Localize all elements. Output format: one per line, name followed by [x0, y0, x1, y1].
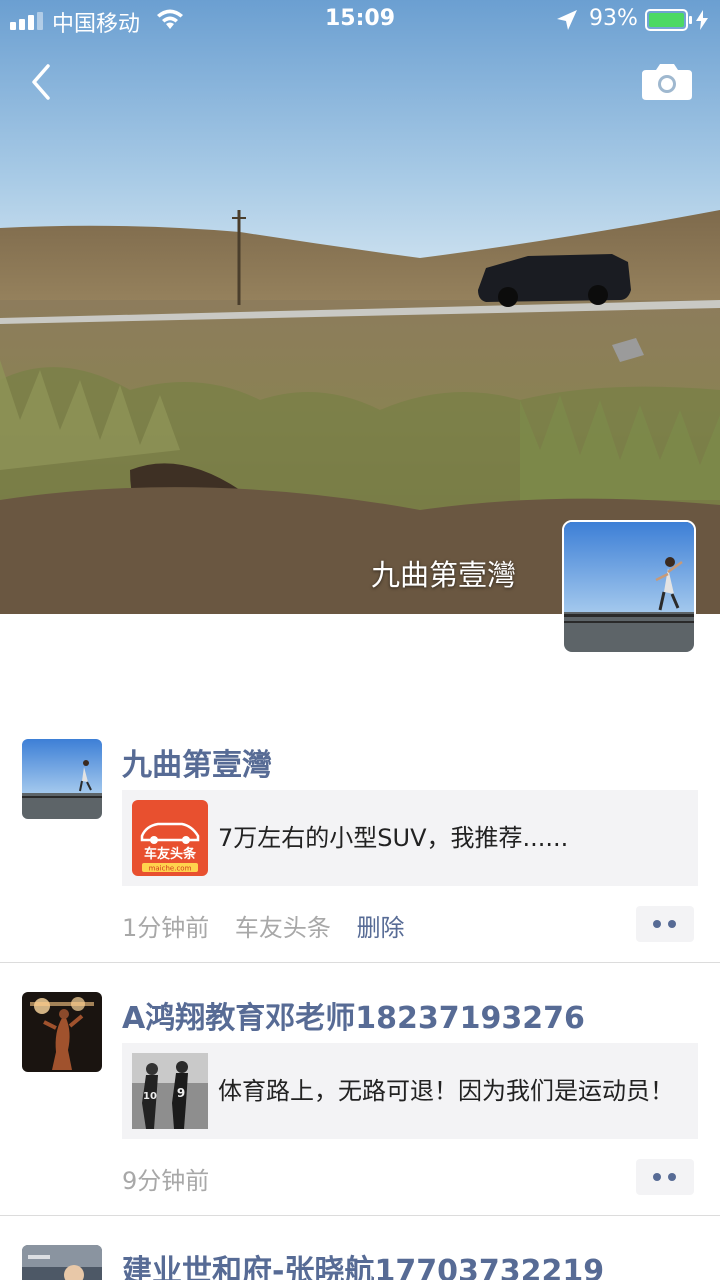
battery-icon [645, 9, 692, 31]
shared-link-card[interactable]: 车友头条 maiche.com 7万左右的小型SUV，我推荐...... [122, 790, 698, 886]
status-bar: 中国移动 15:09 93% [0, 0, 720, 40]
shared-link-card[interactable]: 9 10 体育路上，无路可退！因为我们是运动员！ [122, 1043, 698, 1139]
camera-icon [642, 64, 692, 100]
dot-icon [668, 920, 676, 928]
more-actions-button[interactable] [636, 906, 694, 942]
avatar-image [22, 1245, 102, 1280]
moments-feed: 九曲第壹灣 车友头条 maiche.com 7万左右的小型SUV，我推荐....… [0, 710, 720, 1280]
post-avatar[interactable] [22, 1245, 102, 1280]
delete-link[interactable]: 删除 [357, 914, 405, 942]
svg-text:10: 10 [143, 1091, 157, 1102]
app-logo-label: 车友头条 [144, 846, 197, 862]
location-arrow-icon [557, 10, 577, 30]
post-item: 九曲第壹灣 车友头条 maiche.com 7万左右的小型SUV，我推荐....… [0, 710, 720, 963]
post-avatar[interactable] [22, 992, 102, 1072]
svg-text:9: 9 [177, 1086, 185, 1100]
app-logo-icon: 车友头条 maiche.com [132, 800, 208, 876]
shared-link-title: 体育路上，无路可退！因为我们是运动员！ [218, 1077, 674, 1105]
chevron-left-icon [32, 64, 50, 100]
dot-icon [653, 920, 661, 928]
back-button[interactable] [24, 58, 60, 106]
dot-icon [668, 1173, 676, 1181]
more-actions-button[interactable] [636, 1159, 694, 1195]
battery-percentage: 93% [589, 6, 638, 31]
profile-avatar[interactable] [562, 520, 696, 654]
charging-bolt-icon [696, 10, 708, 30]
camera-button[interactable] [640, 62, 694, 102]
post-time: 1分钟前 [122, 914, 210, 942]
post-item: A鸿翔教育邓老师18237193276 9 10 体育路上，无路可退！因为我们是… [0, 963, 720, 1216]
post-author-name[interactable]: 九曲第壹灣 [122, 740, 272, 784]
shared-link-thumbnail: 9 10 [132, 1053, 208, 1129]
avatar-image [22, 992, 102, 1072]
profile-name: 九曲第壹灣 [370, 558, 516, 592]
post-source: 车友头条 [234, 914, 331, 942]
post-author-name[interactable]: A鸿翔教育邓老师18237193276 [122, 993, 585, 1037]
shared-link-title: 7万左右的小型SUV，我推荐...... [218, 824, 569, 852]
post-meta: 9分钟前 [122, 1161, 227, 1196]
dot-icon [653, 1173, 661, 1181]
post-author-name[interactable]: 建业世和府-张晓航17703732219 [122, 1246, 604, 1280]
avatar-image [564, 522, 694, 652]
post-item: 建业世和府-张晓航17703732219 [0, 1216, 720, 1280]
app-logo-sublabel: maiche.com [149, 865, 192, 873]
shared-link-thumbnail: 车友头条 maiche.com [132, 800, 208, 876]
avatar-image [22, 739, 102, 819]
post-avatar[interactable] [22, 739, 102, 819]
athletes-photo-icon: 9 10 [132, 1053, 208, 1129]
post-meta: 1分钟前 车友头条 删除 [122, 908, 423, 943]
post-time: 9分钟前 [122, 1167, 210, 1195]
